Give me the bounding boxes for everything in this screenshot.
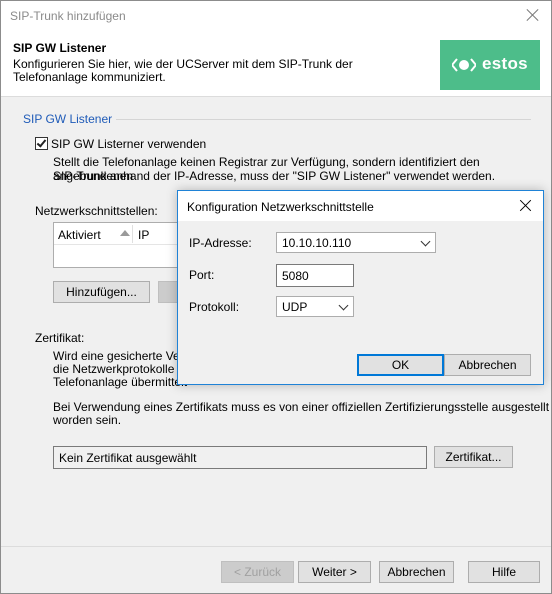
logo-text: estos [482, 54, 528, 73]
footer-divider [1, 546, 551, 547]
dialog-title-bar: Konfiguration Netzwerkschnittstelle [178, 191, 543, 221]
list-header: Aktiviert IP [54, 223, 180, 245]
certificate-notice-line2: worden sein. [53, 413, 122, 427]
add-interface-button[interactable]: Hinzufügen... [53, 281, 150, 303]
certificate-notice-line1: Bei Verwendung eines Zertifikats muss es… [53, 400, 550, 414]
dialog-title: Konfiguration Netzwerkschnittstelle [187, 200, 374, 214]
use-listener-label[interactable]: SIP GW Listerner verwenden [51, 137, 206, 151]
protocol-label: Protokoll: [189, 300, 240, 314]
network-interface-dialog: Konfiguration Netzwerkschnittstelle IP-A… [177, 190, 544, 385]
port-input[interactable]: 5080 [276, 264, 354, 287]
dialog-cancel-button[interactable]: Abbrechen [444, 354, 531, 376]
title-bar: SIP-Trunk hinzufügen [1, 1, 551, 31]
close-icon[interactable] [525, 7, 541, 23]
section-title: SIP GW Listener [23, 112, 117, 126]
header-description: Konfigurieren Sie hier, wie der UCServer… [13, 57, 353, 84]
column-separator [132, 225, 133, 243]
header-title: SIP GW Listener [13, 41, 107, 55]
wizard-header: SIP GW Listener Konfigurieren Sie hier, … [1, 31, 551, 97]
ip-address-select[interactable]: 10.10.10.110 [276, 232, 436, 253]
interfaces-label: Netzwerkschnittstellen: [35, 204, 158, 218]
listener-description-line2: SIP-Trunk anhand der IP-Adresse, muss de… [53, 169, 496, 183]
checkmark-icon [36, 137, 47, 148]
dialog-close-icon[interactable] [519, 198, 533, 212]
estos-logo: estos [440, 40, 540, 90]
sort-up-icon [120, 230, 130, 236]
certificate-button[interactable]: Zertifikat... [434, 446, 513, 468]
cancel-button[interactable]: Abbrechen [379, 561, 454, 583]
certificate-field: Kein Zertifikat ausgewählt [53, 446, 427, 469]
dialog-ok-button[interactable]: OK [357, 354, 444, 376]
estos-logo-icon [452, 58, 476, 72]
help-button[interactable]: Hilfe [468, 561, 540, 583]
use-listener-checkbox[interactable] [35, 137, 48, 150]
protocol-value: UDP [282, 300, 308, 314]
certificate-label: Zertifikat: [35, 331, 85, 345]
chevron-down-icon [338, 300, 349, 311]
ip-address-value: 10.10.10.110 [282, 236, 352, 250]
column-header-ip[interactable]: IP [138, 228, 149, 242]
port-label: Port: [189, 268, 215, 282]
certificate-text-line1: Wird eine gesicherte Verbi [53, 349, 194, 363]
ip-address-label: IP-Adresse: [189, 236, 252, 250]
window-title: SIP-Trunk hinzufügen [10, 9, 126, 23]
interfaces-list[interactable]: Aktiviert IP [53, 222, 181, 268]
certificate-text-line3: Telefonanlage übermittelt [53, 375, 188, 389]
chevron-down-icon [420, 236, 431, 247]
protocol-select[interactable]: UDP [276, 296, 354, 317]
back-button[interactable]: < Zurück [221, 561, 294, 583]
column-header-activated[interactable]: Aktiviert [58, 228, 101, 242]
next-button[interactable]: Weiter > [298, 561, 371, 583]
